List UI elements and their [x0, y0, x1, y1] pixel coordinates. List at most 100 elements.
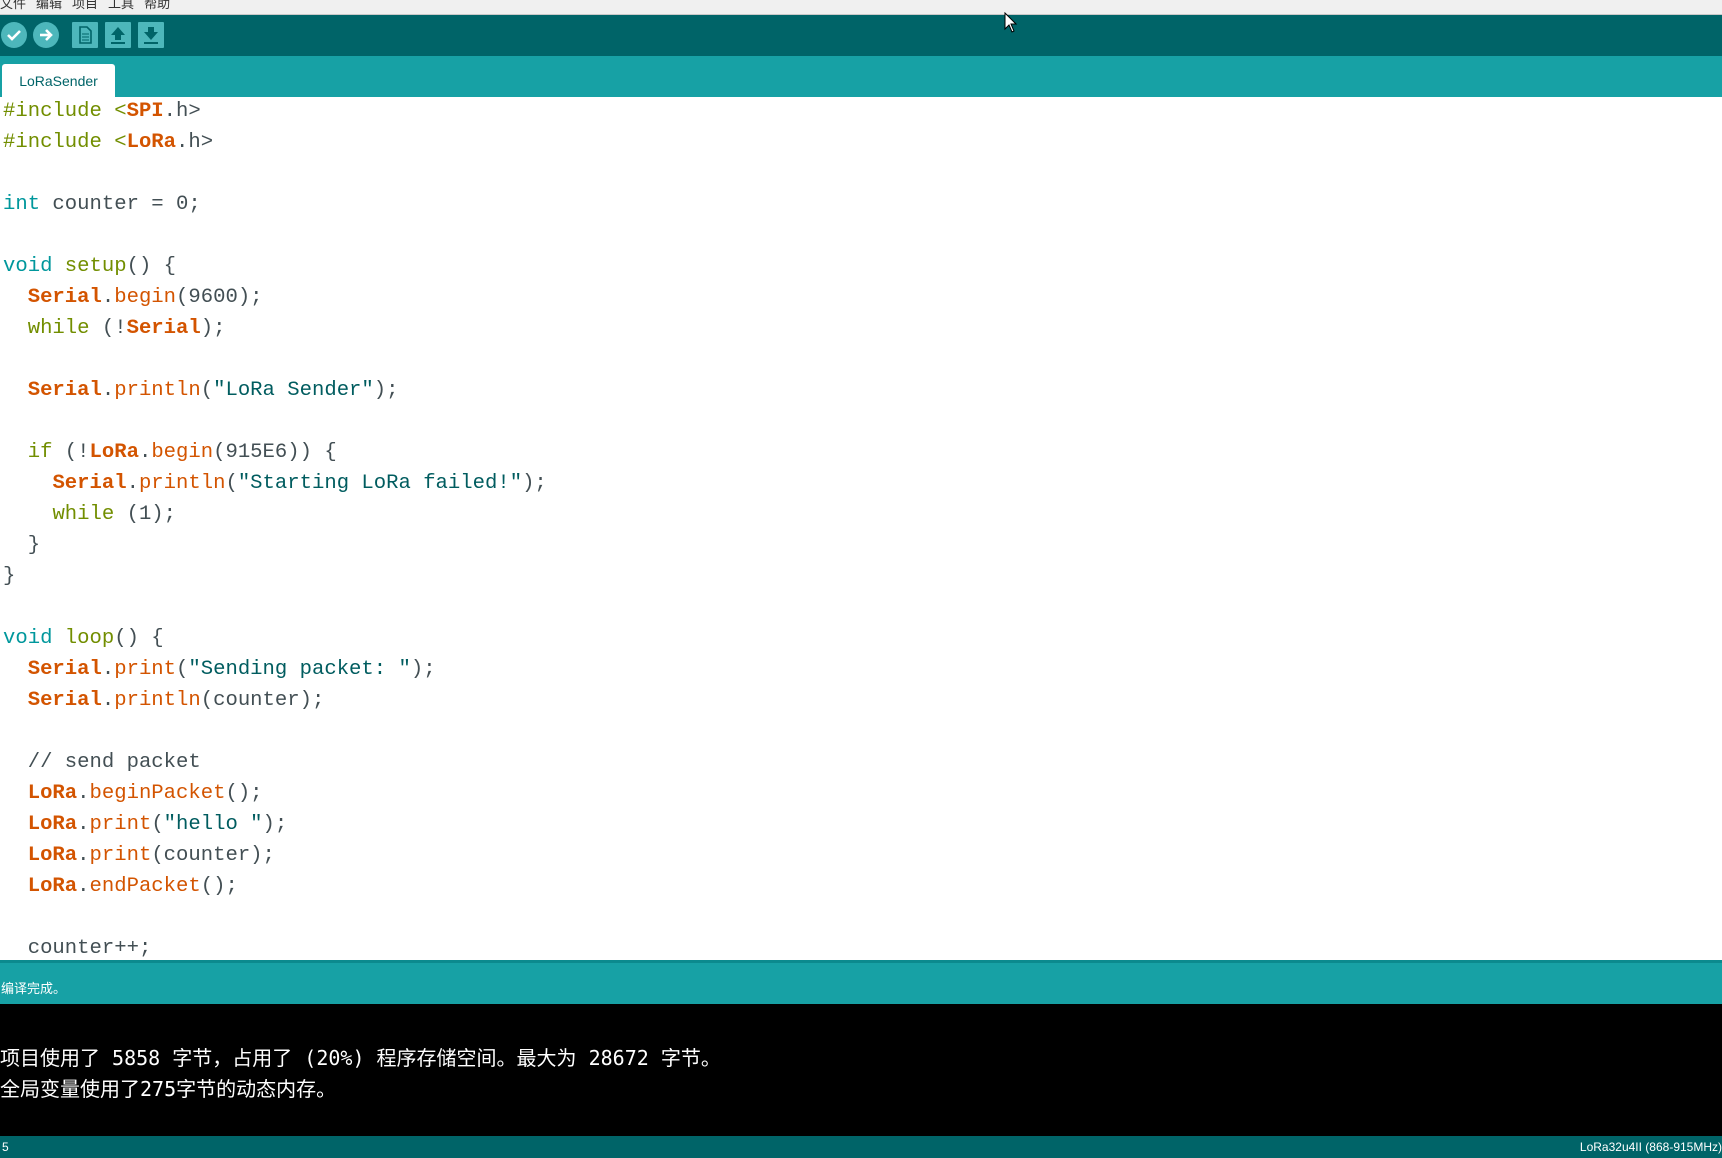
code-token: LoRa — [27, 844, 78, 867]
code-line: void setup() { — [3, 251, 176, 282]
code-token: Serial — [126, 317, 201, 340]
code-editor[interactable]: #include <SPI.h> #include <LoRa.h> int cou… — [0, 97, 1722, 960]
code-token: ("LoRa Sender"); — [200, 379, 399, 402]
code-token: . — [77, 844, 90, 867]
status-message: 编译完成。 — [1, 982, 67, 997]
menu-sketch[interactable]: 项目 — [72, 0, 98, 11]
code-token: . — [101, 379, 115, 402]
code-token: ("hello "); — [151, 813, 288, 836]
code-token: setup — [64, 255, 127, 278]
code-token: Serial — [27, 379, 102, 402]
upload-button[interactable] — [33, 22, 59, 48]
code-token: (! — [52, 441, 90, 464]
console-output[interactable]: 项目使用了 5858 字节，占用了 (20%) 程序存储空间。最大为 28672… — [0, 1004, 1722, 1136]
code-token: print — [114, 658, 177, 681]
open-button[interactable] — [105, 22, 131, 48]
save-button[interactable] — [138, 22, 164, 48]
footer-bar: 5 LoRa32u4II (868-915MHz) — [0, 1136, 1722, 1158]
code-token: . — [77, 813, 90, 836]
code-token: (9600); — [176, 286, 263, 309]
menu-tools[interactable]: 工具 — [108, 0, 134, 11]
code-line: while (1); — [3, 499, 176, 530]
file-icon — [79, 26, 92, 44]
code-token: (915E6)) { — [213, 441, 337, 464]
code-token: .h> — [163, 100, 201, 123]
new-button[interactable] — [72, 22, 98, 48]
code-token: int — [3, 193, 41, 216]
code-token: begin — [114, 286, 177, 309]
status-bar: 编译完成。 — [0, 960, 1722, 1007]
mouse-cursor-icon — [1004, 12, 1018, 33]
arrow-down-icon — [144, 27, 158, 44]
code-token: SPI — [126, 100, 164, 123]
code-line: Serial.print("Sending packet: "); — [3, 654, 436, 685]
code-token: } — [3, 534, 41, 557]
code-line: int counter = 0; — [3, 189, 201, 220]
code-token: Serial — [27, 286, 102, 309]
code-line: void loop() { — [3, 623, 164, 654]
code-token: (counter); — [200, 689, 325, 712]
menu-bar: 文件 编辑 项目 工具 帮助 — [0, 0, 1722, 15]
code-line: if (!LoRa.begin(915E6)) { — [3, 437, 337, 468]
code-token: print — [89, 844, 152, 867]
console-line: 项目使用了 5858 字节，占用了 (20%) 程序存储空间。最大为 28672… — [0, 1046, 721, 1070]
console-line: 全局变量使用了275字节的动态内存。 — [0, 1077, 337, 1101]
code-token: . — [77, 782, 90, 805]
code-token: . — [138, 441, 152, 464]
code-token: (! — [89, 317, 127, 340]
code-token: beginPacket — [89, 782, 226, 805]
menu-help[interactable]: 帮助 — [144, 0, 170, 11]
code-token: } — [3, 565, 16, 588]
code-token: ("Starting LoRa failed!"); — [225, 472, 547, 495]
code-token: void — [3, 255, 53, 278]
code-token: print — [89, 813, 152, 836]
code-token: begin — [151, 441, 214, 464]
code-token: LoRa — [27, 875, 78, 898]
code-token: . — [101, 689, 115, 712]
verify-button[interactable] — [1, 22, 27, 48]
arrow-up-icon — [111, 27, 125, 44]
code-token: #include < — [3, 100, 127, 123]
code-token: Serial — [27, 689, 102, 712]
board-name: LoRa32u4II (868-915MHz) — [1579, 1140, 1722, 1154]
code-line: Serial.println(counter); — [3, 685, 325, 716]
code-token: while — [52, 503, 115, 526]
tab-lorasender[interactable]: LoRaSender — [2, 64, 115, 97]
code-line: LoRa.print(counter); — [3, 840, 275, 871]
code-line: } — [3, 530, 40, 561]
code-token: . — [77, 875, 90, 898]
code-token: LoRa — [126, 131, 177, 154]
code-token: Serial — [27, 658, 102, 681]
code-token: () { — [126, 255, 177, 278]
code-token: // send packet — [3, 751, 201, 774]
tab-bar: LoRaSender — [0, 56, 1722, 97]
toolbar — [0, 15, 1722, 56]
code-token: . — [101, 286, 115, 309]
arrow-right-icon — [40, 29, 53, 41]
code-line: while (!Serial); — [3, 313, 226, 344]
menu-edit[interactable]: 编辑 — [36, 0, 62, 11]
code-line: Serial.begin(9600); — [3, 282, 263, 313]
code-token: println — [114, 689, 201, 712]
code-line: LoRa.beginPacket(); — [3, 778, 263, 809]
code-token: LoRa — [89, 441, 139, 464]
code-token: #include < — [3, 131, 127, 154]
code-token: loop — [64, 627, 115, 650]
menu-file[interactable]: 文件 — [0, 0, 26, 11]
code-token: ); — [200, 317, 226, 340]
code-line: LoRa.print("hello "); — [3, 809, 288, 840]
code-token: (1); — [114, 503, 177, 526]
code-token: while — [27, 317, 90, 340]
code-token: () { — [114, 627, 164, 650]
